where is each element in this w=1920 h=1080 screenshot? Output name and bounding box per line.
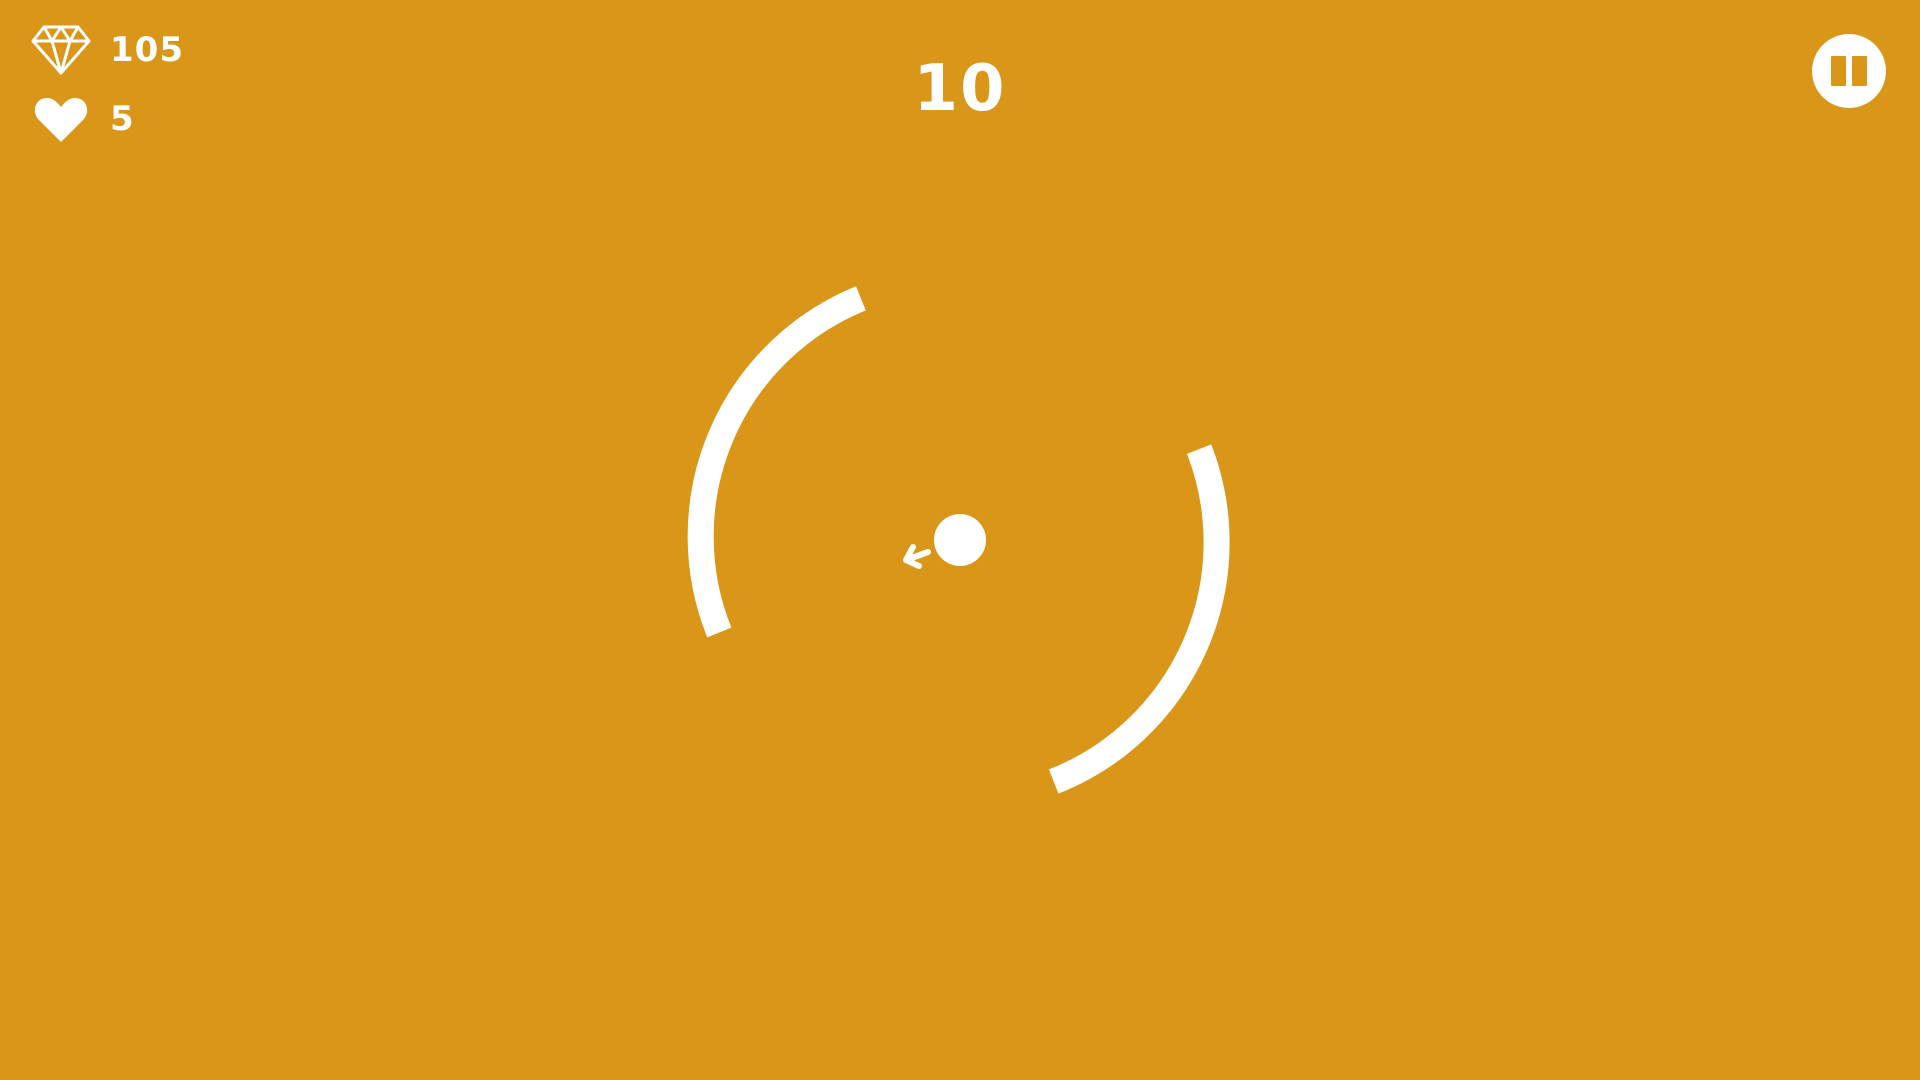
rotating-arc-right	[1048, 444, 1230, 794]
direction-arrow-icon	[903, 544, 931, 569]
rotating-arc-left	[687, 286, 866, 638]
play-field[interactable]	[0, 0, 1920, 1080]
player-ball	[934, 514, 986, 566]
